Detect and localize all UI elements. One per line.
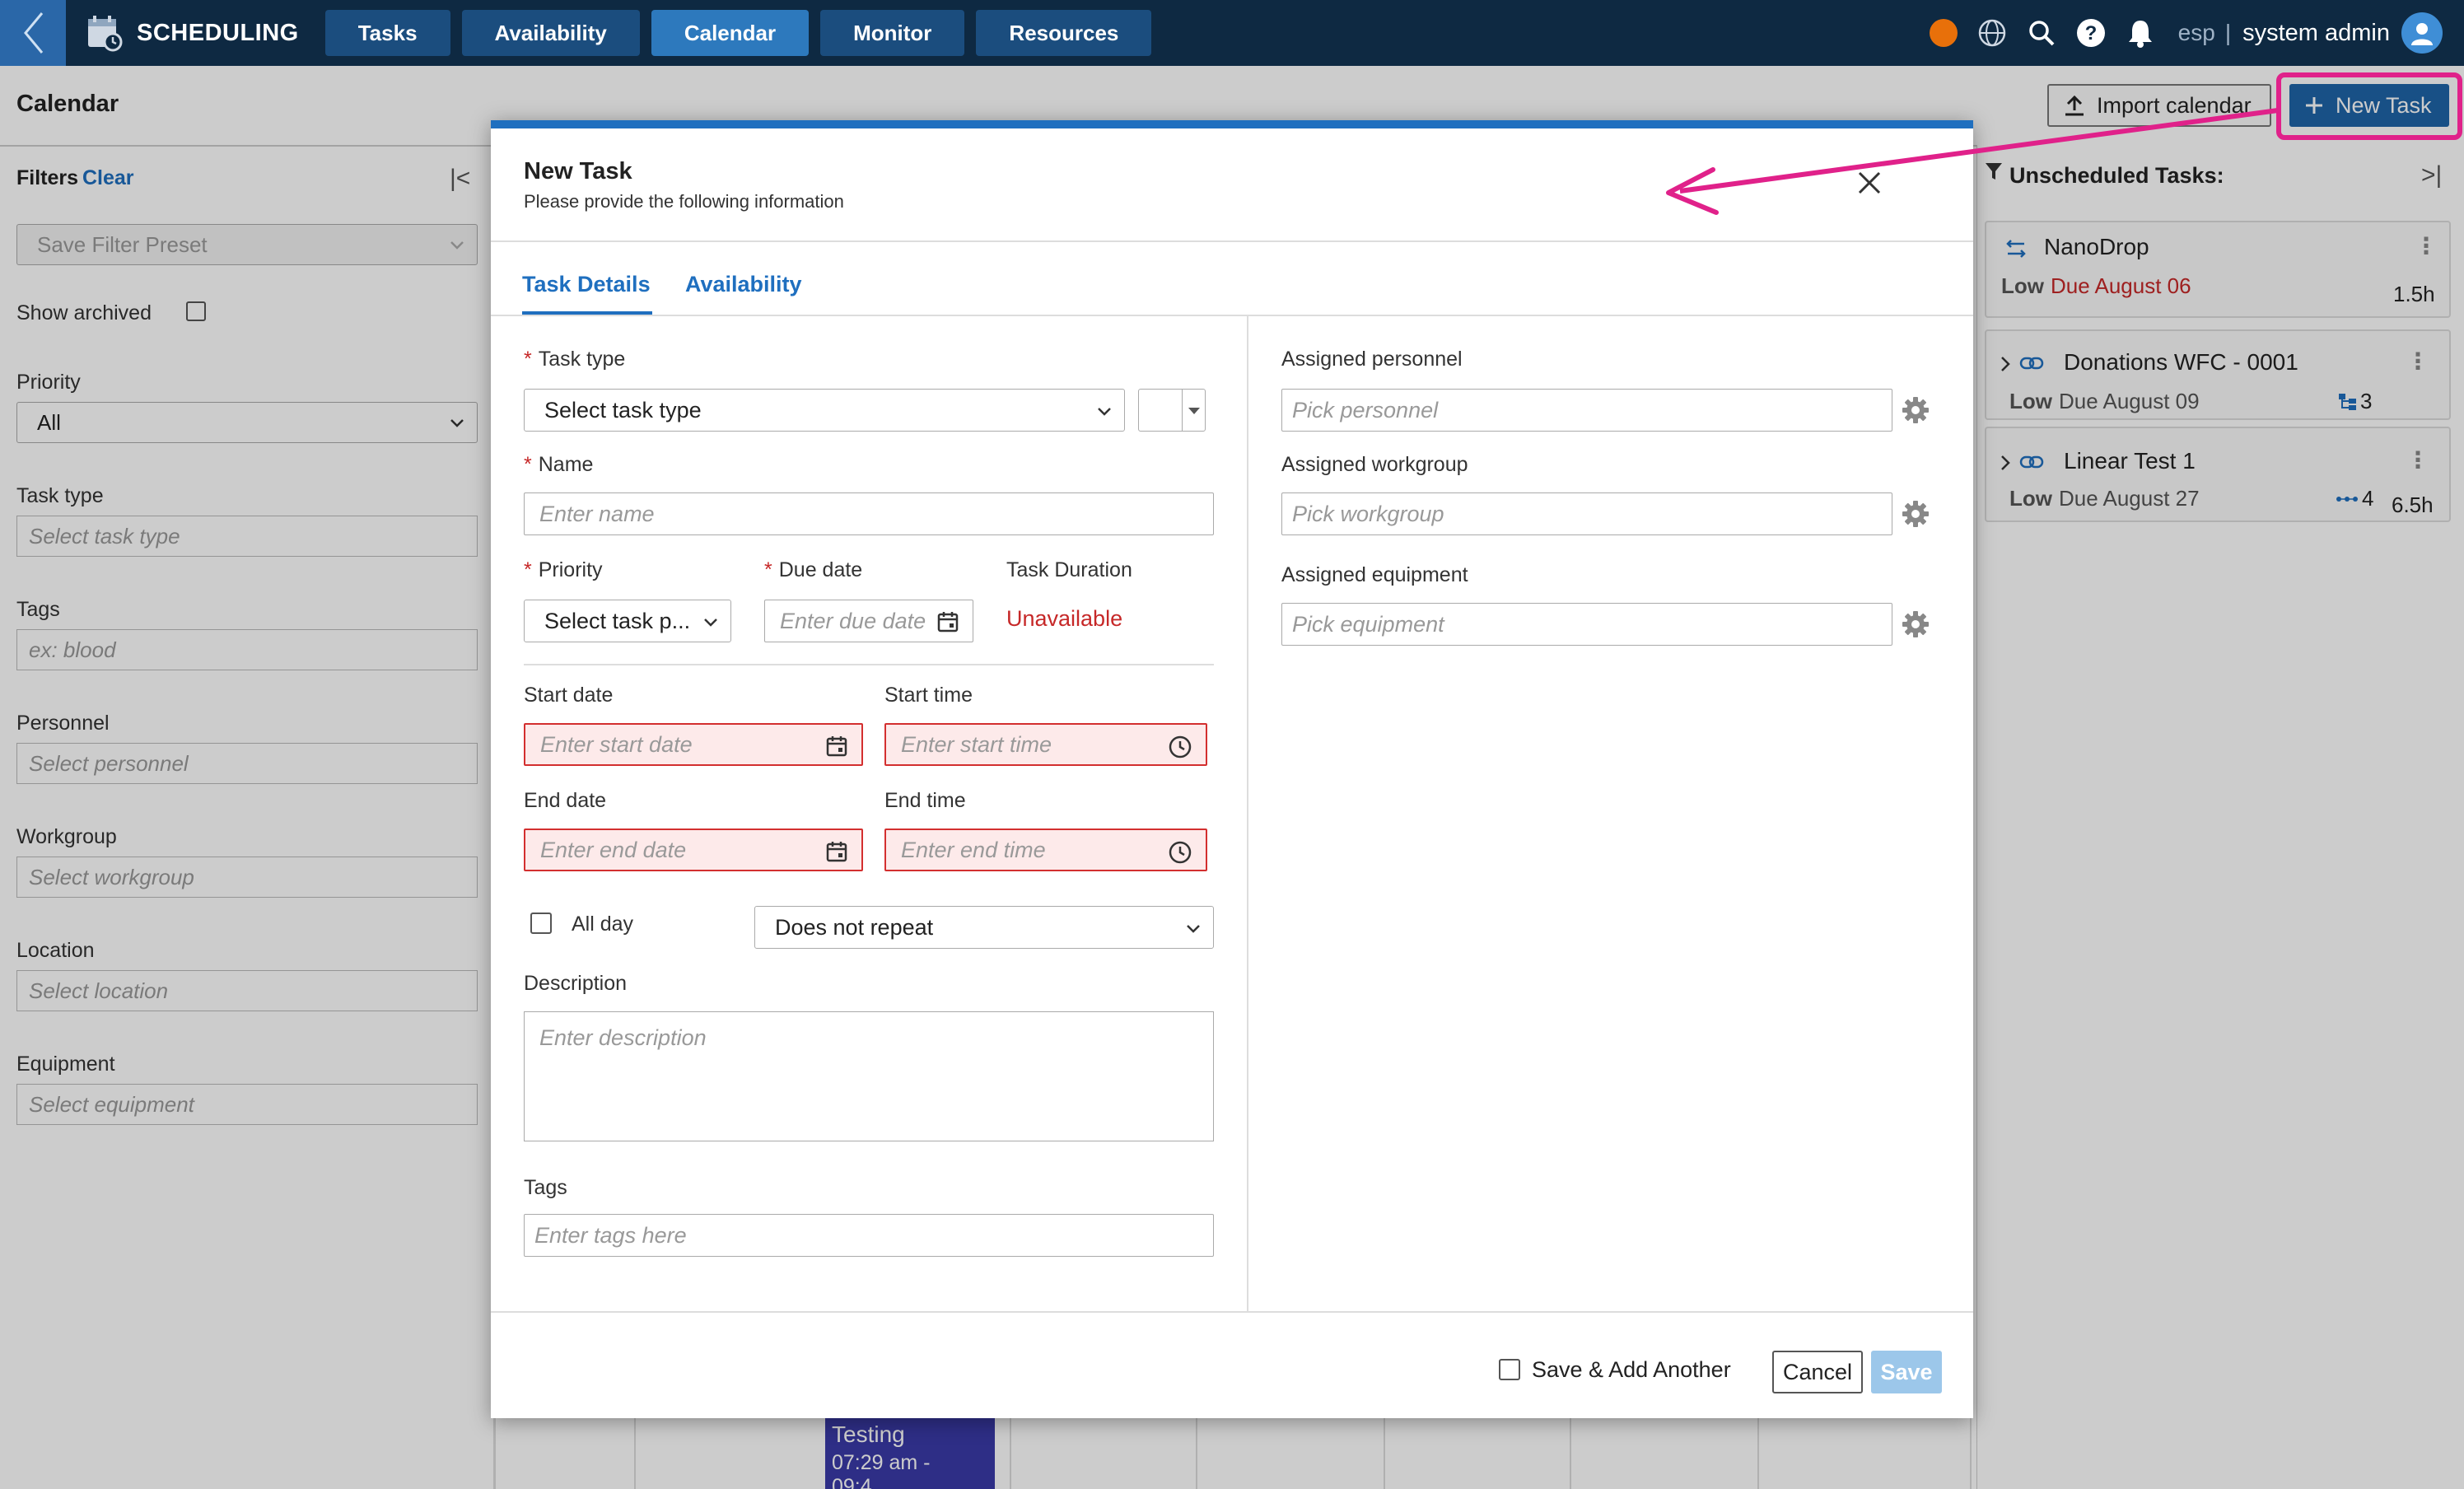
due-date-input[interactable]: Enter due date [764, 600, 973, 642]
divider [524, 664, 1214, 665]
new-task-dialog: New Task Please provide the following in… [491, 120, 1973, 1418]
calendar-clock-icon [84, 12, 125, 54]
tags-label: Tags [524, 1176, 567, 1199]
nav-tab-availability[interactable]: Availability [461, 10, 640, 56]
status-indicator-icon[interactable] [1929, 19, 1958, 47]
annotation-highlight-box [2276, 72, 2462, 140]
clock-icon[interactable] [1168, 735, 1192, 759]
priority-value: Select task p... [544, 608, 691, 633]
chevron-left-icon [24, 12, 44, 54]
username[interactable]: system admin [2242, 20, 2390, 47]
end-date-input[interactable]: Enter end date [524, 829, 863, 871]
save-button[interactable]: Save [1871, 1351, 1942, 1393]
calendar-icon[interactable] [825, 840, 848, 863]
help-icon[interactable]: ? [2074, 16, 2107, 49]
priority-select[interactable]: Select task p... [524, 600, 731, 642]
all-day-label: All day [572, 913, 634, 936]
tags-input[interactable]: Enter tags here [524, 1214, 1214, 1257]
gear-icon[interactable] [1901, 395, 1930, 425]
task-color-picker[interactable] [1138, 389, 1206, 432]
divider [491, 1311, 1973, 1313]
end-time-label: End time [884, 789, 966, 812]
separator: | [2224, 20, 2232, 45]
priority-label: * Priority [524, 558, 603, 581]
caret-down-icon [1188, 408, 1200, 414]
chevron-down-icon [704, 618, 717, 627]
task-duration-value: Unavailable [1006, 606, 1123, 631]
task-type-label: * Task type [524, 348, 626, 371]
divider [491, 240, 1973, 242]
end-date-label: End date [524, 789, 607, 812]
gear-icon[interactable] [1901, 609, 1930, 639]
svg-text:?: ? [2084, 22, 2097, 44]
divider [491, 315, 1973, 316]
save-add-another-checkbox[interactable] [1499, 1359, 1520, 1380]
repeat-select[interactable]: Does not repeat [754, 906, 1214, 949]
assigned-personnel-label: Assigned personnel [1281, 348, 1463, 371]
name-input[interactable]: Enter name [524, 492, 1214, 535]
chevron-down-icon [1187, 925, 1200, 933]
assigned-equipment-input[interactable]: Pick equipment [1281, 603, 1892, 646]
start-time-placeholder: Enter start time [901, 731, 1052, 757]
task-type-value: Select task type [544, 397, 702, 422]
bell-icon[interactable] [2124, 16, 2157, 49]
cancel-button[interactable]: Cancel [1772, 1351, 1863, 1393]
due-date-label: * Due date [764, 558, 863, 581]
name-label: * Name [524, 453, 594, 476]
tab-availability[interactable]: Availability [685, 272, 802, 297]
app-name: SCHEDULING [137, 19, 299, 46]
end-date-placeholder: Enter end date [540, 837, 687, 862]
calendar-icon[interactable] [825, 735, 848, 758]
gear-icon[interactable] [1901, 499, 1930, 529]
chevron-down-icon [1098, 408, 1111, 416]
nav-tab-monitor[interactable]: Monitor [820, 10, 965, 56]
start-date-input[interactable]: Enter start date [524, 723, 863, 766]
tab-task-details[interactable]: Task Details [522, 272, 651, 297]
assigned-equipment-label: Assigned equipment [1281, 563, 1468, 586]
start-date-placeholder: Enter start date [540, 731, 693, 757]
top-navigation: SCHEDULING Tasks Availability Calendar M… [0, 0, 2464, 66]
globe-icon[interactable] [1976, 16, 2009, 49]
save-add-another-label: Save & Add Another [1532, 1357, 1731, 1382]
description-label: Description [524, 972, 628, 995]
end-time-placeholder: Enter end time [901, 837, 1046, 862]
calendar-icon[interactable] [936, 610, 959, 633]
assigned-workgroup-input[interactable]: Pick workgroup [1281, 492, 1892, 535]
assigned-workgroup-label: Assigned workgroup [1281, 453, 1468, 476]
column-divider [1247, 316, 1248, 1313]
start-date-label: Start date [524, 684, 614, 707]
all-day-checkbox[interactable] [530, 913, 552, 934]
dialog-title: New Task [524, 158, 632, 184]
language-selector[interactable]: esp [2178, 20, 2215, 46]
nav-tab-calendar[interactable]: Calendar [651, 10, 810, 56]
dialog-subtitle: Please provide the following information [524, 191, 844, 212]
user-avatar-icon[interactable] [2401, 12, 2443, 54]
repeat-value: Does not repeat [775, 914, 934, 940]
dialog-accent-bar [491, 120, 1973, 128]
close-icon[interactable] [1853, 166, 1886, 199]
assigned-personnel-input[interactable]: Pick personnel [1281, 389, 1892, 432]
nav-tab-tasks[interactable]: Tasks [324, 10, 450, 56]
clock-icon[interactable] [1168, 840, 1192, 865]
task-duration-label: Task Duration [1006, 558, 1132, 581]
nav-tab-resources[interactable]: Resources [976, 10, 1152, 56]
search-icon[interactable] [2025, 16, 2058, 49]
end-time-input[interactable]: Enter end time [884, 829, 1207, 871]
start-time-label: Start time [884, 684, 973, 707]
task-type-select[interactable]: Select task type [524, 389, 1125, 432]
start-time-input[interactable]: Enter start time [884, 723, 1207, 766]
description-textarea[interactable]: Enter description [524, 1011, 1214, 1141]
due-date-placeholder: Enter due date [780, 608, 926, 633]
back-button[interactable] [0, 0, 66, 66]
